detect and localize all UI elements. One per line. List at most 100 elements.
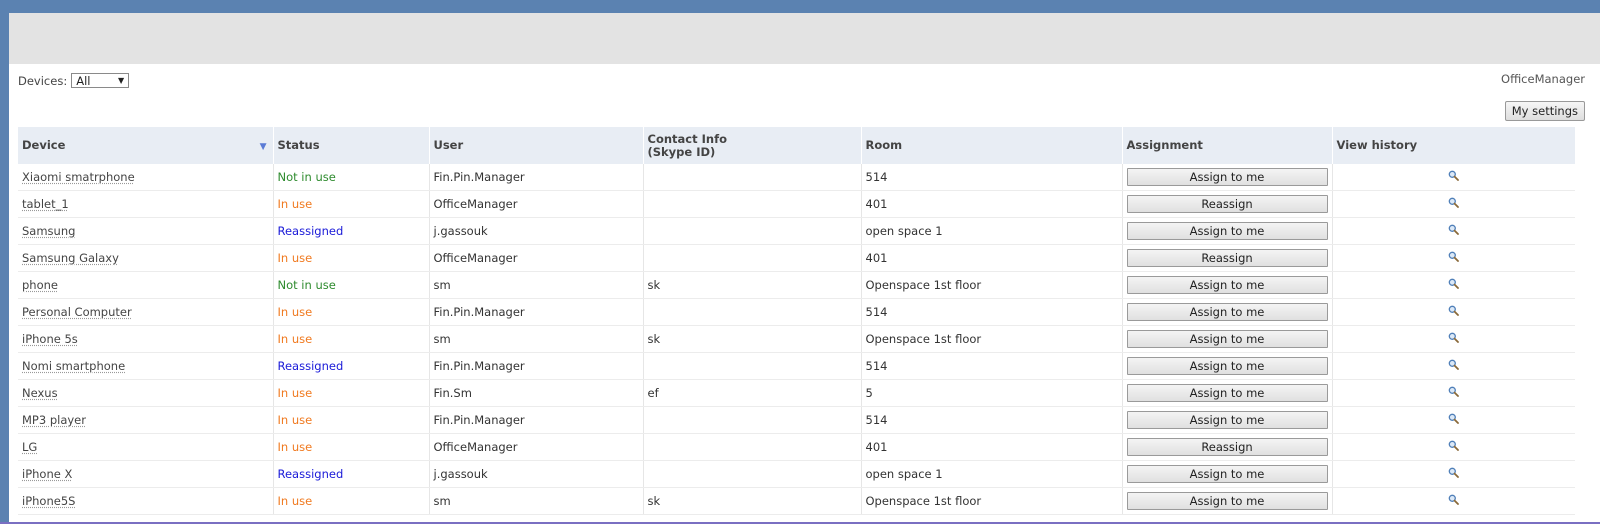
history-cell <box>1332 460 1575 488</box>
device-link[interactable]: Xiaomi smatrphone <box>22 170 135 184</box>
contact-cell <box>643 406 862 434</box>
device-link[interactable]: iPhone 5s <box>22 332 78 346</box>
user-cell: Fin.Pin.Manager <box>429 164 644 191</box>
column-header-assignment: Assignment <box>1122 127 1333 164</box>
top-banner <box>9 13 1600 64</box>
room-cell: Openspace 1st floor <box>861 325 1123 353</box>
status-text: Reassigned <box>277 224 344 238</box>
magnifier-icon[interactable] <box>1448 386 1460 397</box>
status-text: Reassigned <box>277 359 344 373</box>
status-cell: In use <box>273 190 430 218</box>
magnifier-icon[interactable] <box>1448 197 1460 208</box>
history-cell <box>1332 379 1575 407</box>
device-link[interactable]: Samsung <box>22 224 75 238</box>
device-link[interactable]: iPhone5S <box>22 494 75 508</box>
assignment-button[interactable]: Assign to me <box>1126 303 1328 321</box>
magnifier-icon[interactable] <box>1448 467 1460 478</box>
room-cell: Openspace 1st floor <box>861 271 1123 299</box>
my-settings-button[interactable]: My settings <box>1504 101 1585 121</box>
device-link[interactable]: phone <box>22 278 58 292</box>
column-header-user[interactable]: User <box>429 127 644 164</box>
status-text: In use <box>277 251 313 265</box>
assignment-button[interactable]: Assign to me <box>1126 465 1328 483</box>
status-cell: In use <box>273 406 430 434</box>
user-cell: Fin.Pin.Manager <box>429 298 644 326</box>
contact-cell <box>643 298 862 326</box>
device-cell: LG <box>18 433 274 461</box>
assignment-button[interactable]: Assign to me <box>1126 276 1328 294</box>
table-row: tablet_1 In use OfficeManager 401 Reassign <box>18 190 1575 218</box>
assignment-cell: Assign to me <box>1122 487 1333 515</box>
assignment-button[interactable]: Reassign <box>1126 438 1328 456</box>
magnifier-icon[interactable] <box>1448 305 1460 316</box>
room-cell: 401 <box>861 190 1123 218</box>
assignment-cell: Reassign <box>1122 433 1333 461</box>
magnifier-icon[interactable] <box>1448 278 1460 289</box>
column-header-device[interactable]: Device ▼ <box>18 127 274 164</box>
user-cell: Fin.Pin.Manager <box>429 406 644 434</box>
column-header-room[interactable]: Room <box>861 127 1123 164</box>
assignment-button[interactable]: Assign to me <box>1126 222 1328 240</box>
device-cell: Xiaomi smatrphone <box>18 164 274 191</box>
magnifier-icon[interactable] <box>1448 251 1460 262</box>
assignment-button[interactable]: Reassign <box>1126 195 1328 213</box>
assignment-button[interactable]: Assign to me <box>1126 330 1328 348</box>
table-body: Xiaomi smatrphone Not in use Fin.Pin.Manag… <box>18 164 1575 515</box>
history-cell <box>1332 433 1575 461</box>
assignment-button[interactable]: Assign to me <box>1126 492 1328 510</box>
user-cell: OfficeManager <box>429 190 644 218</box>
status-text: In use <box>277 413 313 427</box>
magnifier-icon[interactable] <box>1448 332 1460 343</box>
status-text: Not in use <box>277 170 336 184</box>
room-cell: 514 <box>861 352 1123 380</box>
status-text: In use <box>277 440 313 454</box>
magnifier-icon[interactable] <box>1448 440 1460 451</box>
magnifier-icon[interactable] <box>1448 224 1460 235</box>
device-link[interactable]: Nexus <box>22 386 58 400</box>
user-cell: j.gassouk <box>429 460 644 488</box>
user-cell: sm <box>429 271 644 299</box>
assignment-cell: Assign to me <box>1122 379 1333 407</box>
status-text: Not in use <box>277 278 336 292</box>
device-link[interactable]: iPhone X <box>22 467 72 481</box>
assignment-button[interactable]: Assign to me <box>1126 357 1328 375</box>
device-link[interactable]: Samsung Galaxy <box>22 251 119 265</box>
assignment-cell: Assign to me <box>1122 460 1333 488</box>
devices-filter-label: Devices: <box>18 73 68 88</box>
assignment-button[interactable]: Assign to me <box>1126 168 1328 186</box>
device-link[interactable]: MP3 player <box>22 413 86 427</box>
magnifier-icon[interactable] <box>1448 413 1460 424</box>
status-text: In use <box>277 386 313 400</box>
assignment-button[interactable]: Reassign <box>1126 249 1328 267</box>
column-header-status[interactable]: Status <box>273 127 430 164</box>
magnifier-icon[interactable] <box>1448 494 1460 505</box>
devices-select[interactable]: All ▼ <box>71 73 130 88</box>
room-cell: 514 <box>861 164 1123 191</box>
table-row: Nexus In use Fin.Sm ef 5 Assign to me <box>18 379 1575 407</box>
device-link[interactable]: tablet_1 <box>22 197 69 211</box>
device-link[interactable]: Personal Computer <box>22 305 132 319</box>
assignment-cell: Assign to me <box>1122 325 1333 353</box>
assignment-cell: Assign to me <box>1122 406 1333 434</box>
assignment-cell: Reassign <box>1122 244 1333 272</box>
device-link[interactable]: Nomi smartphone <box>22 359 125 373</box>
table-row: Personal Computer In use Fin.Pin.Manager 51… <box>18 298 1575 326</box>
magnifier-icon[interactable] <box>1448 359 1460 370</box>
magnifier-icon[interactable] <box>1448 170 1460 181</box>
history-cell <box>1332 217 1575 245</box>
user-cell: Fin.Pin.Manager <box>429 352 644 380</box>
device-cell: Personal Computer <box>18 298 274 326</box>
status-cell: In use <box>273 325 430 353</box>
contact-cell <box>643 352 862 380</box>
table-row: Xiaomi smatrphone Not in use Fin.Pin.Manag… <box>18 164 1575 191</box>
table-row: LG In use OfficeManager 401 Reassign <box>18 433 1575 461</box>
room-cell: open space 1 <box>861 460 1123 488</box>
assignment-button[interactable]: Assign to me <box>1126 384 1328 402</box>
assignment-button[interactable]: Assign to me <box>1126 411 1328 429</box>
column-header-contact[interactable]: Contact Info (Skype ID) <box>643 127 862 164</box>
table-row: phone Not in use sm sk Openspace 1st floor As… <box>18 271 1575 299</box>
main-frame: Devices: All ▼ OfficeManager My settings… <box>9 13 1600 524</box>
device-link[interactable]: LG <box>22 440 37 454</box>
user-cell: sm <box>429 325 644 353</box>
table-row: MP3 player In use Fin.Pin.Manager 514 Assign… <box>18 406 1575 434</box>
